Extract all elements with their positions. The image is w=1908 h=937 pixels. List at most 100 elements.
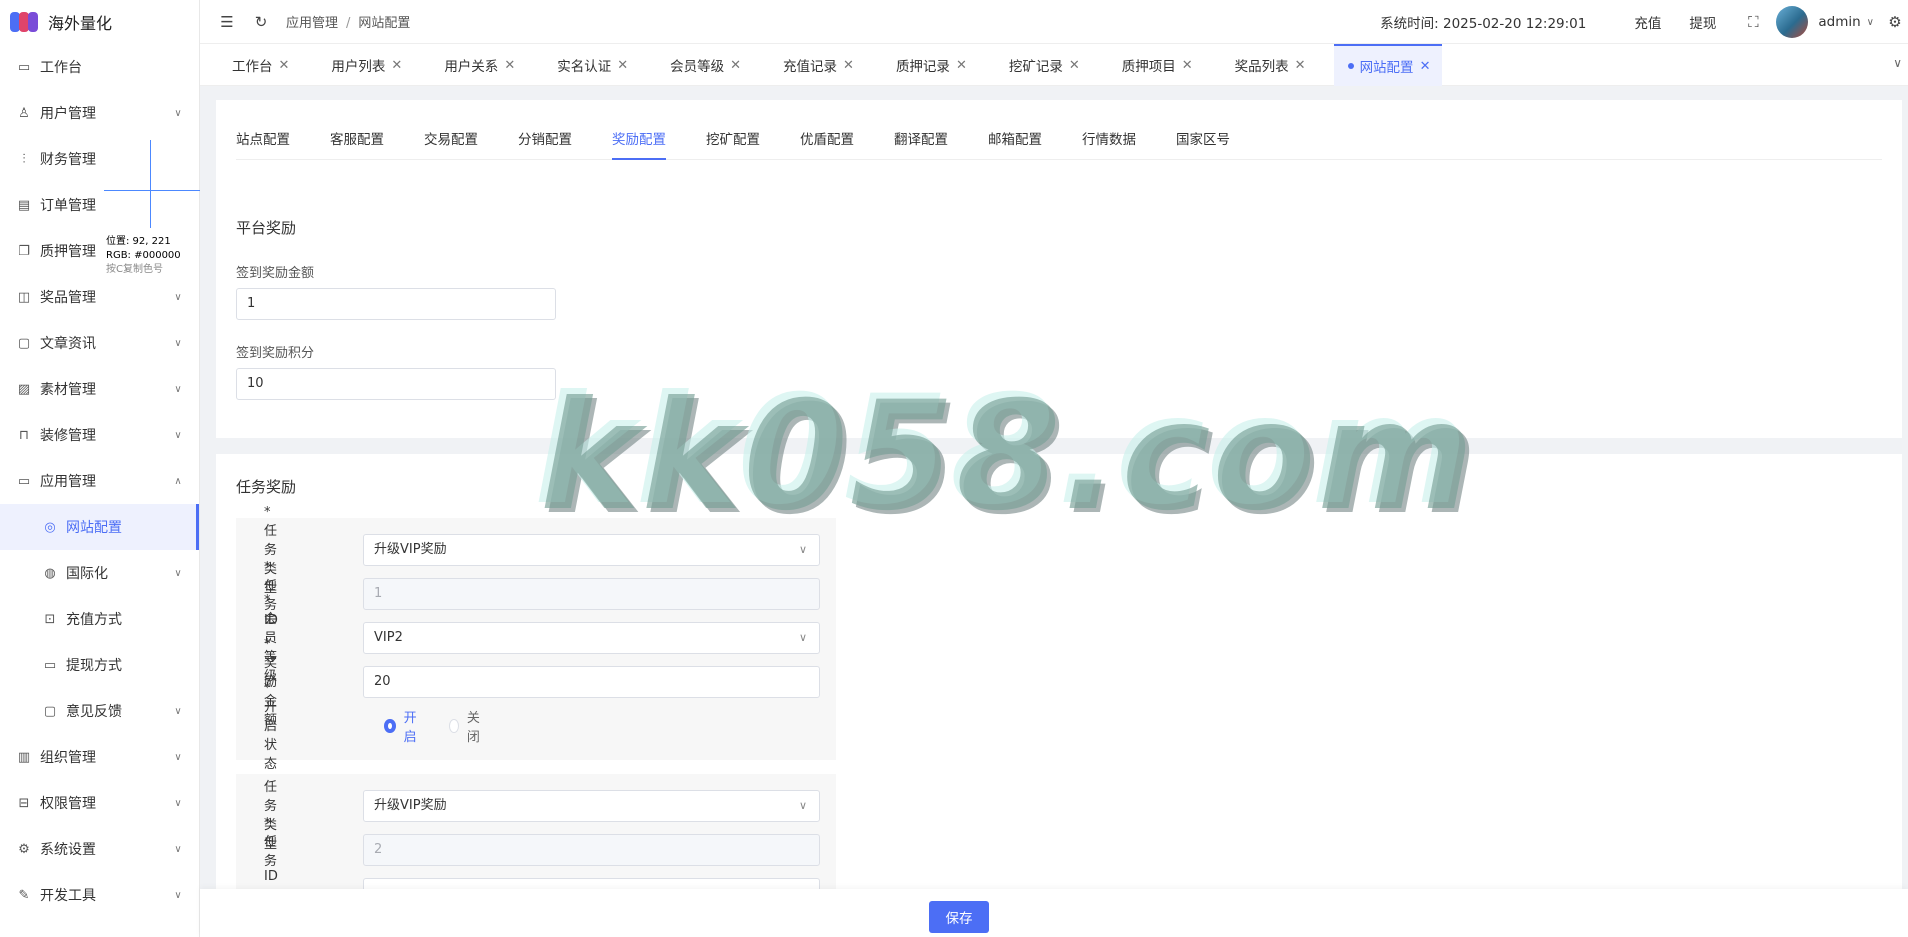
tab-staking-records[interactable]: 质押记录 ✕ xyxy=(866,44,979,86)
sidebar-item-site-config[interactable]: ◎ 网站配置 xyxy=(0,504,199,550)
sidebar-item-label: 文章资讯 xyxy=(40,336,96,352)
sidebar-item-workbench[interactable]: ▭ 工作台 xyxy=(0,44,199,90)
close-icon[interactable]: ✕ xyxy=(1420,59,1431,74)
app-title: 海外量化 xyxy=(48,14,113,33)
config-subtabs: 站点配置 客服配置 交易配置 分销配置 奖励配置 挖矿配置 优盾配置 翻译配置 … xyxy=(236,128,1882,160)
tab-label: 工作台 xyxy=(232,59,273,75)
pen-icon: ✎ xyxy=(18,887,30,903)
sidebar-item-apps[interactable]: ▭ 应用管理 ∧ xyxy=(0,458,199,504)
platform-reward-card: 站点配置 客服配置 交易配置 分销配置 奖励配置 挖矿配置 优盾配置 翻译配置 … xyxy=(216,100,1902,438)
subtab-country-code[interactable]: 国家区号 xyxy=(1176,128,1230,160)
task-type-select[interactable]: 升级VIP奖励 ∨ xyxy=(363,534,820,566)
subtab-translate[interactable]: 翻译配置 xyxy=(894,128,948,160)
breadcrumb-separator: / xyxy=(346,16,351,31)
chevron-down-icon: ∨ xyxy=(798,543,807,556)
subtab-distribution[interactable]: 分销配置 xyxy=(518,128,572,160)
subtab-trade[interactable]: 交易配置 xyxy=(424,128,478,160)
avatar[interactable] xyxy=(1776,6,1809,38)
subtab-reward[interactable]: 奖励配置 xyxy=(612,128,666,160)
sidebar-item-recharge-methods[interactable]: ⊡ 充值方式 xyxy=(0,596,199,642)
chevron-down-icon[interactable]: ∨ xyxy=(1893,56,1902,70)
sidebar-item-label: 工作台 xyxy=(40,60,82,76)
tab-label: 网站配置 xyxy=(1359,60,1414,76)
chevron-down-icon: ∨ xyxy=(174,291,182,303)
picker-hint: 按C复制色号 xyxy=(106,264,163,275)
task-type-select[interactable]: 升级VIP奖励 ∨ xyxy=(363,790,820,822)
sidebar-item-materials[interactable]: ▨ 素材管理 ∨ xyxy=(0,366,199,412)
close-icon[interactable]: ✕ xyxy=(279,58,290,73)
subtab-udun[interactable]: 优盾配置 xyxy=(800,128,854,160)
sidebar-item-organization[interactable]: ▥ 组织管理 ∨ xyxy=(0,734,199,780)
sidebar-item-orders[interactable]: ▤ 订单管理 xyxy=(0,182,199,228)
system-time: 系统时间: 2025-02-20 12:29:01 xyxy=(1380,16,1587,32)
chevron-down-icon: ∨ xyxy=(174,797,182,809)
tab-user-list[interactable]: 用户列表 ✕ xyxy=(301,44,414,86)
user-name[interactable]: admin xyxy=(1818,14,1860,30)
sidebar-item-devtools[interactable]: ✎ 开发工具 ∨ xyxy=(0,872,199,918)
close-icon[interactable]: ✕ xyxy=(730,58,741,73)
save-button[interactable]: 保存 xyxy=(929,901,989,933)
task-item: * 任务类型 升级VIP奖励 ∨ * 任务ID 1 * 会员等级 VIP2 ∨ * … xyxy=(236,505,836,772)
fullscreen-icon[interactable]: ⛶ xyxy=(1744,13,1762,31)
sidebar: 海外量化 ▭ 工作台 ♙ 用户管理 ∨ ⫶ 财务管理 ▤ 订单管理 ❐ 质押管理… xyxy=(0,0,200,937)
signin-points-input[interactable]: 10 xyxy=(236,368,556,400)
status-radio-group: 开启 关闭 xyxy=(384,707,514,745)
chevron-down-icon: ∨ xyxy=(174,705,182,717)
logo[interactable]: 海外量化 xyxy=(0,0,199,44)
close-icon[interactable]: ✕ xyxy=(843,58,854,73)
close-icon[interactable]: ✕ xyxy=(1069,58,1080,73)
subtab-email[interactable]: 邮箱配置 xyxy=(988,128,1042,160)
chevron-down-icon: ∨ xyxy=(174,107,182,119)
menu-collapse-icon[interactable]: ☰ xyxy=(218,13,236,31)
sidebar-item-label: 系统设置 xyxy=(40,842,96,858)
sidebar-item-label: 开发工具 xyxy=(40,888,96,904)
withdraw-link[interactable]: 提现 xyxy=(1689,12,1716,32)
tab-staking-projects[interactable]: 质押项目 ✕ xyxy=(1092,44,1205,86)
tab-prize-list[interactable]: 奖品列表 ✕ xyxy=(1205,44,1318,86)
close-icon[interactable]: ✕ xyxy=(617,58,628,73)
subtab-market[interactable]: 行情数据 xyxy=(1082,128,1136,160)
tab-site-config[interactable]: 网站配置 ✕ xyxy=(1333,44,1443,86)
chevron-down-icon[interactable]: ∨ xyxy=(1867,17,1874,28)
sidebar-item-withdraw-methods[interactable]: ▭ 提现方式 xyxy=(0,642,199,688)
tab-member-level[interactable]: 会员等级 ✕ xyxy=(640,44,753,86)
sidebar-item-i18n[interactable]: ◍ 国际化 ∨ xyxy=(0,550,199,596)
chevron-down-icon: ∨ xyxy=(174,889,182,901)
close-icon[interactable]: ✕ xyxy=(1295,58,1306,73)
breadcrumb-item[interactable]: 应用管理 xyxy=(286,16,338,31)
close-icon[interactable]: ✕ xyxy=(391,58,402,73)
sidebar-item-permissions[interactable]: ⊟ 权限管理 ∨ xyxy=(0,780,199,826)
subtab-mining[interactable]: 挖矿配置 xyxy=(706,128,760,160)
sidebar-item-feedback[interactable]: ▢ 意见反馈 ∨ xyxy=(0,688,199,734)
sidebar-item-finance[interactable]: ⫶ 财务管理 xyxy=(0,136,199,182)
sidebar-item-articles[interactable]: ▢ 文章资讯 ∨ xyxy=(0,320,199,366)
status-off-radio[interactable]: 关闭 xyxy=(449,707,484,745)
subtab-site[interactable]: 站点配置 xyxy=(236,128,290,160)
sidebar-item-decoration[interactable]: ⊓ 装修管理 ∨ xyxy=(0,412,199,458)
tab-recharge-records[interactable]: 充值记录 ✕ xyxy=(753,44,866,86)
tab-workbench[interactable]: 工作台 ✕ xyxy=(200,44,301,86)
radio-label: 关闭 xyxy=(466,711,480,745)
close-icon[interactable]: ✕ xyxy=(504,58,515,73)
reward-amount-input[interactable]: 20 xyxy=(363,666,820,698)
tab-user-relations[interactable]: 用户关系 ✕ xyxy=(414,44,527,86)
chevron-down-icon: ∨ xyxy=(174,429,182,441)
status-on-radio[interactable]: 开启 xyxy=(384,707,419,745)
gear-icon[interactable]: ⚙ xyxy=(1886,13,1904,31)
member-level-select[interactable]: VIP2 ∨ xyxy=(363,622,820,654)
sidebar-item-users[interactable]: ♙ 用户管理 ∨ xyxy=(0,90,199,136)
sidebar-item-label: 订单管理 xyxy=(40,198,96,214)
subtab-support[interactable]: 客服配置 xyxy=(330,128,384,160)
recharge-link[interactable]: 充值 xyxy=(1634,12,1661,32)
sidebar-item-settings[interactable]: ⚙ 系统设置 ∨ xyxy=(0,826,199,872)
tab-mining-records[interactable]: 挖矿记录 ✕ xyxy=(979,44,1092,86)
close-icon[interactable]: ✕ xyxy=(1182,58,1193,73)
tab-label: 用户关系 xyxy=(444,59,499,75)
section-title: 平台奖励 xyxy=(236,219,297,237)
refresh-icon[interactable]: ↻ xyxy=(252,13,270,31)
signin-amount-input[interactable]: 1 xyxy=(236,288,556,320)
sidebar-item-prizes[interactable]: ◫ 奖品管理 ∨ xyxy=(0,274,199,320)
chevron-down-icon: ∨ xyxy=(798,799,807,812)
close-icon[interactable]: ✕ xyxy=(956,58,967,73)
tab-kyc[interactable]: 实名认证 ✕ xyxy=(527,44,640,86)
